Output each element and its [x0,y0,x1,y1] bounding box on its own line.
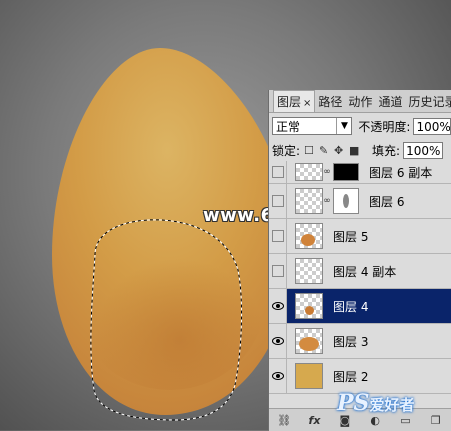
visibility-toggle[interactable] [269,161,287,183]
eye-icon [271,302,284,310]
opacity-label: 不透明度: [358,119,411,134]
tab-history[interactable]: 历史记录 [405,91,451,112]
visibility-toggle[interactable] [269,324,287,358]
layer-thumbnail [295,163,323,181]
visibility-toggle[interactable] [269,219,287,253]
layers-panel: 图层× 路径 动作 通道 历史记录 正常 ▼ 不透明度: 100% 锁定: ☐ … [268,90,451,431]
layer-thumbnail [295,258,323,284]
lock-transparency-icon[interactable]: ☐ [304,145,315,156]
layer-thumbnail [295,188,323,214]
lock-label: 锁定: [272,143,301,158]
close-icon[interactable]: × [303,98,311,109]
panel-tabs: 图层× 路径 动作 通道 历史记录 [269,90,451,113]
layer-name: 图层 4 副本 [333,264,397,279]
layer-row[interactable]: 图层 2 [269,359,451,394]
lock-row: 锁定: ☐ ✎ ✥ ■ 填充: 100% [269,139,451,162]
layer-thumbnail [295,363,323,389]
layer-row[interactable]: ∞ 图层 6 副本 [269,161,451,184]
fill-field[interactable]: 100% [403,141,444,159]
eye-icon [271,337,284,345]
tab-actions[interactable]: 动作 [345,91,375,112]
visibility-toggle[interactable] [269,359,287,393]
chevron-down-icon[interactable]: ▼ [336,118,351,134]
layer-thumbnail [295,223,323,249]
lock-paint-icon[interactable]: ✎ [319,145,330,156]
layer-name: 图层 5 [333,229,369,244]
layer-row-selected[interactable]: 图层 4 [269,289,451,324]
layer-name: 图层 3 [333,334,369,349]
layer-mask-thumbnail [333,163,359,181]
tab-channels[interactable]: 通道 [375,91,405,112]
layer-row[interactable]: 图层 5 [269,219,451,254]
tab-layers[interactable]: 图层 × [273,90,316,112]
visibility-toggle[interactable] [269,289,287,323]
layer-name: 图层 6 副本 [369,165,433,180]
layer-row[interactable]: 图层 4 副本 [269,254,451,289]
link-icon[interactable]: ⛓ [276,412,292,428]
blend-mode-select[interactable]: 正常 ▼ [272,117,353,135]
layer-list: ∞ 图层 6 副本 ∞ 图层 6 图层 5 图层 4 副本 图层 4 图层 3 … [269,161,451,408]
site-logo: PS爱好者 [337,390,415,416]
new-layer-icon[interactable]: ❐ [428,412,444,428]
fx-icon[interactable]: fx [306,412,322,428]
layer-thumbnail [295,328,323,354]
visibility-toggle[interactable] [269,254,287,288]
blend-row: 正常 ▼ 不透明度: 100% [269,113,451,139]
chain-icon: ∞ [323,167,331,177]
fill-label: 填充: [372,143,401,158]
lock-move-icon[interactable]: ✥ [334,145,345,156]
opacity-field[interactable]: 100% [413,117,451,135]
eye-icon [271,372,284,380]
layer-row[interactable]: 图层 3 [269,324,451,359]
tab-paths[interactable]: 路径 [315,91,345,112]
lock-all-icon[interactable]: ■ [349,145,360,156]
layer-name: 图层 2 [333,369,369,384]
layer-mask-thumbnail [333,188,359,214]
layer-row[interactable]: ∞ 图层 6 [269,184,451,219]
layer-name: 图层 6 [369,194,405,209]
visibility-toggle[interactable] [269,184,287,218]
egg-shadow [75,210,265,390]
chain-icon: ∞ [323,196,331,206]
layer-thumbnail [295,293,323,319]
layer-name: 图层 4 [333,299,369,314]
